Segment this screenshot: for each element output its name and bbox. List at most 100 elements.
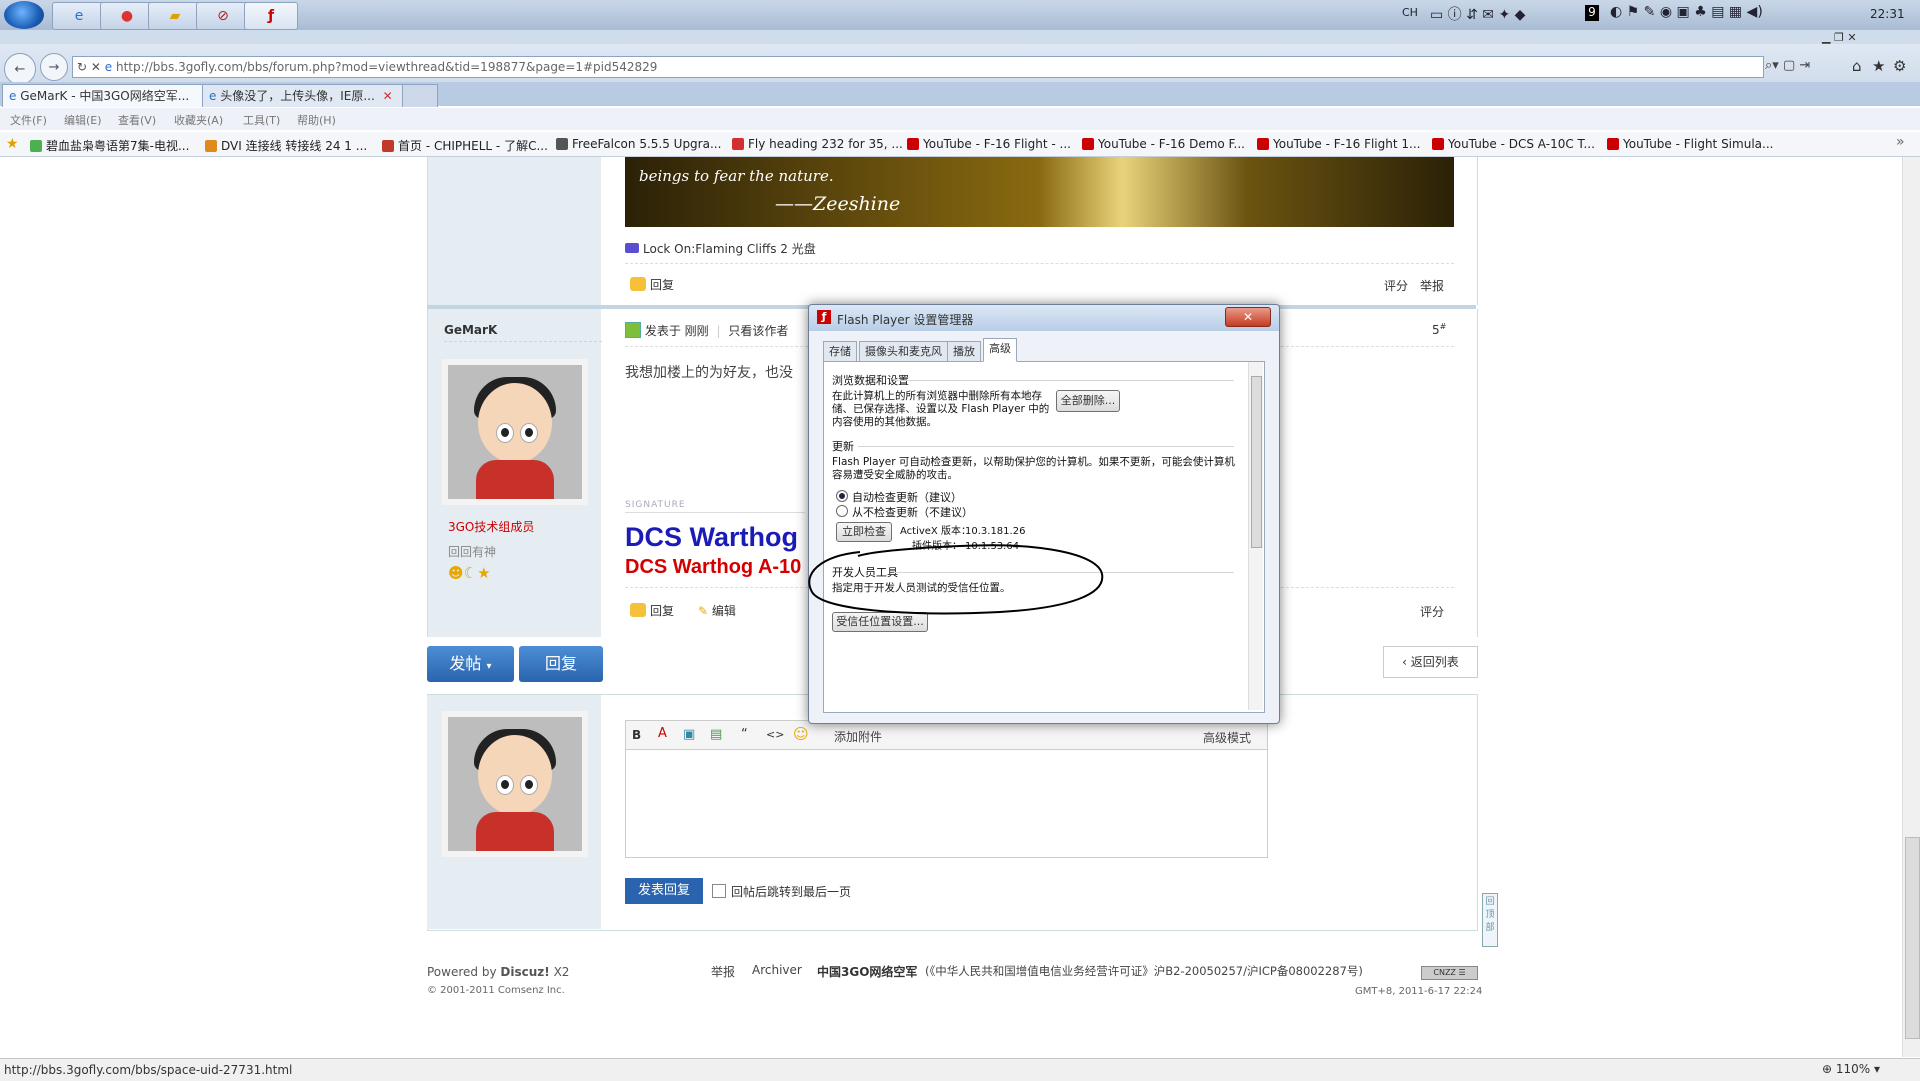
edit-button[interactable]: ✎ 编辑 bbox=[698, 602, 736, 619]
folder-icon: ▰ bbox=[169, 8, 181, 24]
floor-number[interactable]: 5# bbox=[1432, 322, 1446, 337]
forward-button[interactable]: → bbox=[40, 53, 68, 81]
tab-advanced[interactable]: 高级 bbox=[983, 338, 1017, 362]
no-update-option[interactable]: 从不检查更新（不建议） bbox=[836, 505, 973, 519]
footer-site-link[interactable]: 中国3GO网络空军 bbox=[817, 963, 917, 980]
prev-rate-link[interactable]: 评分 bbox=[1384, 277, 1408, 294]
home-icon[interactable]: ⌂ bbox=[1852, 57, 1862, 75]
address-bar[interactable]: ↻ ✕ e http://bbs.3gofly.com/bbs/forum.ph… bbox=[72, 56, 1764, 78]
image-icon[interactable]: ▣ bbox=[683, 727, 695, 742]
back-arrow-icon: ← bbox=[14, 61, 26, 77]
footer-license[interactable]: (《中华人民共和国增值电信业务经营许可证》沪B2-20050257/沪ICP备0… bbox=[925, 963, 1363, 979]
reply-button[interactable]: 回复 bbox=[630, 602, 674, 619]
quote-icon[interactable]: “ bbox=[741, 727, 748, 742]
tray-icons-2[interactable]: ◐ ⚑ ✎ ◉ ▣ ♣ ▤ ▦ ◀) bbox=[1610, 4, 1763, 20]
fav-item[interactable]: Fly heading 232 for 35, ... bbox=[732, 137, 903, 151]
fav-item[interactable]: DVI 连接线 转接线 24 1 ... bbox=[205, 137, 367, 154]
fav-item[interactable]: 首页 - CHIPHELL - 了解C... bbox=[382, 137, 548, 154]
fav-item[interactable]: YouTube - DCS A-10C T... bbox=[1432, 137, 1595, 151]
attachment-link[interactable]: Lock On:Flaming Cliffs 2 光盘 bbox=[625, 240, 816, 257]
reply-textarea[interactable] bbox=[626, 749, 1265, 855]
auto-update-option[interactable]: 自动检查更新（建议） bbox=[836, 490, 962, 504]
fav-item[interactable]: YouTube - F-16 Demo F... bbox=[1082, 137, 1245, 151]
dialog-scrollbar-thumb[interactable] bbox=[1251, 376, 1262, 548]
favorites-star-icon[interactable]: ★ bbox=[6, 136, 19, 152]
rate-link[interactable]: 评分 bbox=[1420, 603, 1444, 620]
tab-close-icon[interactable]: ✕ bbox=[383, 89, 393, 103]
only-author-link[interactable]: 只看该作者 bbox=[728, 324, 788, 338]
footer-report-link[interactable]: 举报 bbox=[711, 963, 735, 980]
fav-item[interactable]: 碧血盐枭粤语第7集-电视... bbox=[30, 137, 189, 154]
app-taskbar-button[interactable]: ⊘ bbox=[196, 2, 250, 30]
menu-tools[interactable]: 工具(T) bbox=[243, 112, 280, 128]
tray-icons[interactable]: ▭ ⓘ ⇵ ✉ ✦ ◆ bbox=[1430, 4, 1525, 24]
delete-all-button[interactable]: 全部删除... bbox=[1056, 390, 1120, 412]
tab-gemark[interactable]: e GeMarK - 中国3GO网络空军... bbox=[2, 84, 208, 107]
clock[interactable]: 22:31 bbox=[1870, 7, 1905, 21]
dialog-close-button[interactable]: ✕ bbox=[1225, 307, 1271, 327]
menu-view[interactable]: 查看(V) bbox=[118, 112, 156, 128]
fav-item[interactable]: YouTube - F-16 Flight - ... bbox=[907, 137, 1071, 151]
stop-load-icon[interactable]: ✕ bbox=[91, 60, 101, 74]
menu-edit[interactable]: 编辑(E) bbox=[64, 112, 102, 128]
start-button[interactable] bbox=[4, 1, 44, 29]
back-button[interactable]: ← bbox=[4, 53, 36, 85]
tab-camera-mic[interactable]: 摄像头和麦克风 bbox=[859, 341, 948, 362]
tab-playback[interactable]: 播放 bbox=[947, 341, 981, 362]
submit-reply-button[interactable]: 发表回复 bbox=[625, 878, 703, 904]
add-attachment-link[interactable]: 添加附件 bbox=[834, 728, 882, 745]
tab-avatar[interactable]: e 头像没了，上传头像，IE原... ✕ bbox=[202, 84, 410, 107]
explorer-taskbar-button[interactable]: ▰ bbox=[148, 2, 202, 30]
zoom-control[interactable]: ⊕ 110% ▾ bbox=[1822, 1062, 1880, 1076]
avatar[interactable] bbox=[442, 359, 588, 505]
code-icon[interactable]: <> bbox=[766, 728, 784, 741]
discuz-link[interactable]: Discuz! bbox=[500, 965, 549, 979]
fav-item[interactable]: YouTube - F-16 Flight 1... bbox=[1257, 137, 1420, 151]
language-indicator[interactable]: CH bbox=[1402, 6, 1418, 19]
avatar[interactable] bbox=[442, 711, 588, 857]
menu-file[interactable]: 文件(F) bbox=[10, 112, 47, 128]
fav-item[interactable]: FreeFalcon 5.5.5 Upgra... bbox=[556, 137, 721, 151]
footer-archiver-link[interactable]: Archiver bbox=[752, 963, 802, 977]
dialog-scrollbar[interactable] bbox=[1248, 362, 1263, 710]
post-author[interactable]: GeMarK bbox=[444, 323, 497, 337]
pencil-icon: ✎ bbox=[698, 604, 712, 618]
signature-banner: beings to fear the nature. ——Zeeshine bbox=[625, 157, 1454, 227]
menu-favorites[interactable]: 收藏夹(A) bbox=[174, 112, 223, 128]
gear-icon[interactable]: ⚙ bbox=[1893, 57, 1906, 75]
bold-icon[interactable]: B bbox=[632, 728, 641, 742]
tab-label: GeMarK - 中国3GO网络空军... bbox=[20, 89, 190, 103]
back-to-list-button[interactable]: ‹ 返回列表 bbox=[1383, 646, 1478, 678]
chrome-taskbar-button[interactable]: ● bbox=[100, 2, 154, 30]
new-tab-button[interactable] bbox=[402, 84, 438, 107]
ie-taskbar-button[interactable]: e bbox=[52, 2, 106, 30]
scrollbar-thumb[interactable] bbox=[1905, 837, 1920, 1039]
page-scrollbar[interactable] bbox=[1902, 157, 1920, 1057]
search-icon[interactable]: ⌕▾ ▢ ⇥ bbox=[1765, 58, 1810, 73]
radio-selected[interactable] bbox=[836, 490, 848, 502]
fav-icon bbox=[205, 140, 217, 152]
tray-number-icon[interactable]: 9 bbox=[1585, 5, 1599, 21]
reply-main-button[interactable]: 回复 bbox=[519, 646, 603, 682]
new-post-button[interactable]: 发帖 ▾ bbox=[427, 646, 514, 682]
font-color-icon[interactable]: A bbox=[658, 726, 667, 741]
prev-reply-button[interactable]: 回复 bbox=[630, 276, 674, 293]
cnzz-logo[interactable]: CNZZ ☰ bbox=[1421, 966, 1478, 980]
advanced-mode-link[interactable]: 高级模式 bbox=[1203, 729, 1251, 746]
favorites-more-icon[interactable]: » bbox=[1896, 134, 1905, 150]
radio-unselected[interactable] bbox=[836, 505, 848, 517]
user-role[interactable]: 3GO技术组成员 bbox=[448, 518, 534, 535]
refresh-icon[interactable]: ↻ bbox=[77, 60, 87, 74]
check-now-button[interactable]: 立即检查 bbox=[836, 522, 892, 542]
jump-last-checkbox[interactable] bbox=[712, 884, 726, 898]
flash-taskbar-button[interactable]: ƒ bbox=[244, 2, 298, 30]
prev-report-link[interactable]: 举报 bbox=[1420, 277, 1444, 294]
fav-item[interactable]: YouTube - Flight Simula... bbox=[1607, 137, 1773, 151]
smiley-icon[interactable]: ☺ bbox=[793, 725, 809, 743]
back-to-top-button[interactable]: 回顶部 bbox=[1482, 893, 1498, 947]
link-icon[interactable]: ▤ bbox=[710, 727, 722, 742]
window-controls[interactable]: ▁ ❐ ✕ bbox=[1822, 31, 1857, 44]
menu-help[interactable]: 帮助(H) bbox=[297, 112, 336, 128]
tab-storage[interactable]: 存储 bbox=[823, 341, 857, 362]
favorites-star-icon[interactable]: ★ bbox=[1872, 57, 1885, 75]
